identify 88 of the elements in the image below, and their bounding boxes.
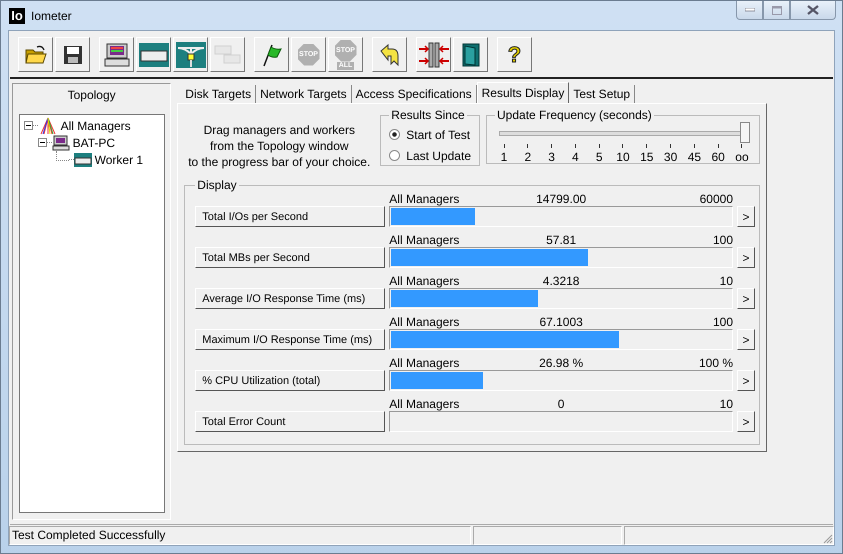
more-button[interactable]: > — [737, 329, 755, 350]
tree-item[interactable]: BAT-PC — [72, 136, 116, 150]
radio-button[interactable] — [389, 129, 400, 140]
tick-label: 5 — [596, 150, 603, 164]
source-label: All Managers — [389, 233, 460, 247]
drive-icon — [74, 152, 92, 166]
metric-button[interactable]: Total I/Os per Second — [195, 206, 386, 227]
more-button[interactable]: > — [737, 206, 755, 227]
metric-button[interactable]: % CPU Utilization (total) — [195, 370, 386, 391]
radio-label: Start of Test — [406, 128, 470, 142]
tick-label: 3 — [548, 150, 555, 164]
max-label: 100 — [712, 315, 733, 329]
toolbar-button[interactable] — [372, 37, 407, 72]
source-label: All Managers — [389, 192, 460, 206]
tab[interactable]: Results Display — [476, 82, 570, 103]
maximize-icon — [772, 6, 782, 14]
metric-button[interactable]: Maximum I/O Response Time (ms) — [195, 329, 386, 350]
tree-item[interactable]: All Managers — [60, 118, 131, 132]
metric-button[interactable]: Total Error Count — [195, 411, 386, 432]
value-label: 57.81 — [546, 233, 576, 247]
more-button[interactable]: > — [737, 411, 755, 432]
toolbar-button[interactable] — [416, 37, 451, 72]
tick-label: 2 — [524, 150, 532, 164]
radio-button[interactable] — [389, 150, 400, 161]
tick-label: 4 — [572, 150, 579, 164]
minimize-button[interactable] — [736, 1, 763, 20]
maximize-button[interactable] — [763, 1, 790, 20]
folder-icon — [24, 44, 46, 64]
resize-grip-icon — [823, 534, 833, 544]
value-label: 67.1003 — [539, 315, 583, 329]
collapse-toggle[interactable] — [24, 121, 33, 130]
metric-button[interactable]: Average I/O Response Time (ms) — [195, 288, 386, 309]
toolbar-button[interactable] — [18, 37, 53, 72]
tick-label: 60 — [711, 150, 725, 164]
collapse-toggle[interactable] — [38, 138, 47, 147]
value-label: 26.98 % — [539, 356, 584, 370]
max-label: 10 — [718, 397, 733, 411]
group-title: Results Since — [390, 108, 466, 122]
drive-icon — [138, 42, 168, 66]
max-label: 10 — [718, 274, 733, 288]
source-label: All Managers — [389, 274, 460, 288]
close-icon — [807, 5, 819, 15]
more-button[interactable]: > — [737, 288, 755, 309]
app-icon: Io — [9, 8, 25, 24]
window-title: Iometer — [31, 8, 72, 22]
toolbar-button[interactable] — [99, 37, 134, 72]
more-button[interactable]: > — [737, 370, 755, 391]
door-icon — [460, 42, 480, 66]
curved-arrow-icon — [378, 42, 400, 66]
slider-thumb[interactable] — [740, 122, 750, 142]
computer-icon — [104, 42, 130, 66]
group-title: Display — [196, 178, 238, 192]
two-drives-icon — [214, 44, 242, 66]
source-label: All Managers — [389, 356, 460, 370]
minimize-icon — [744, 8, 754, 12]
question-mark-icon: ? — [508, 42, 522, 66]
group-title: Update Frequency (seconds) — [496, 108, 653, 122]
max-label: 100 % — [698, 356, 733, 370]
source-label: All Managers — [389, 397, 460, 411]
computer-icon — [52, 134, 70, 150]
toolbar-button[interactable] — [453, 37, 488, 72]
tick-label: 10 — [616, 150, 630, 164]
panel-title: Topology — [68, 87, 116, 104]
value-label: 0 — [558, 397, 564, 411]
instructions-text: Drag managers and workers from the Topology window to the progress bar of your choice. — [187, 122, 372, 170]
metric-button[interactable]: Total MBs per Second — [195, 247, 386, 268]
max-label: 100 — [712, 233, 733, 247]
tree-item[interactable]: Worker 1 — [94, 152, 144, 166]
tick-label: 30 — [664, 150, 678, 164]
value-label: 4.3218 — [542, 274, 580, 288]
tick-label: 45 — [688, 150, 702, 164]
more-button[interactable]: > — [737, 247, 755, 268]
flag-icon — [260, 42, 282, 66]
tick-label: 1 — [500, 150, 508, 164]
toolbar-button[interactable] — [136, 37, 171, 72]
radio-label: Last Update — [406, 148, 471, 162]
antenna-icon — [38, 116, 58, 134]
source-label: All Managers — [389, 315, 460, 329]
tick-label: oo — [735, 150, 749, 164]
columns-arrows-icon — [418, 42, 448, 68]
tick-label: 15 — [640, 150, 654, 164]
status-text: Test Completed Successfully — [9, 526, 471, 545]
value-label: 14799.00 — [536, 192, 586, 206]
network-drive-icon — [176, 42, 206, 68]
max-label: 60000 — [698, 192, 733, 206]
toolbar-button[interactable] — [254, 37, 289, 72]
close-button[interactable] — [790, 1, 836, 20]
toolbar-button[interactable] — [55, 37, 90, 72]
